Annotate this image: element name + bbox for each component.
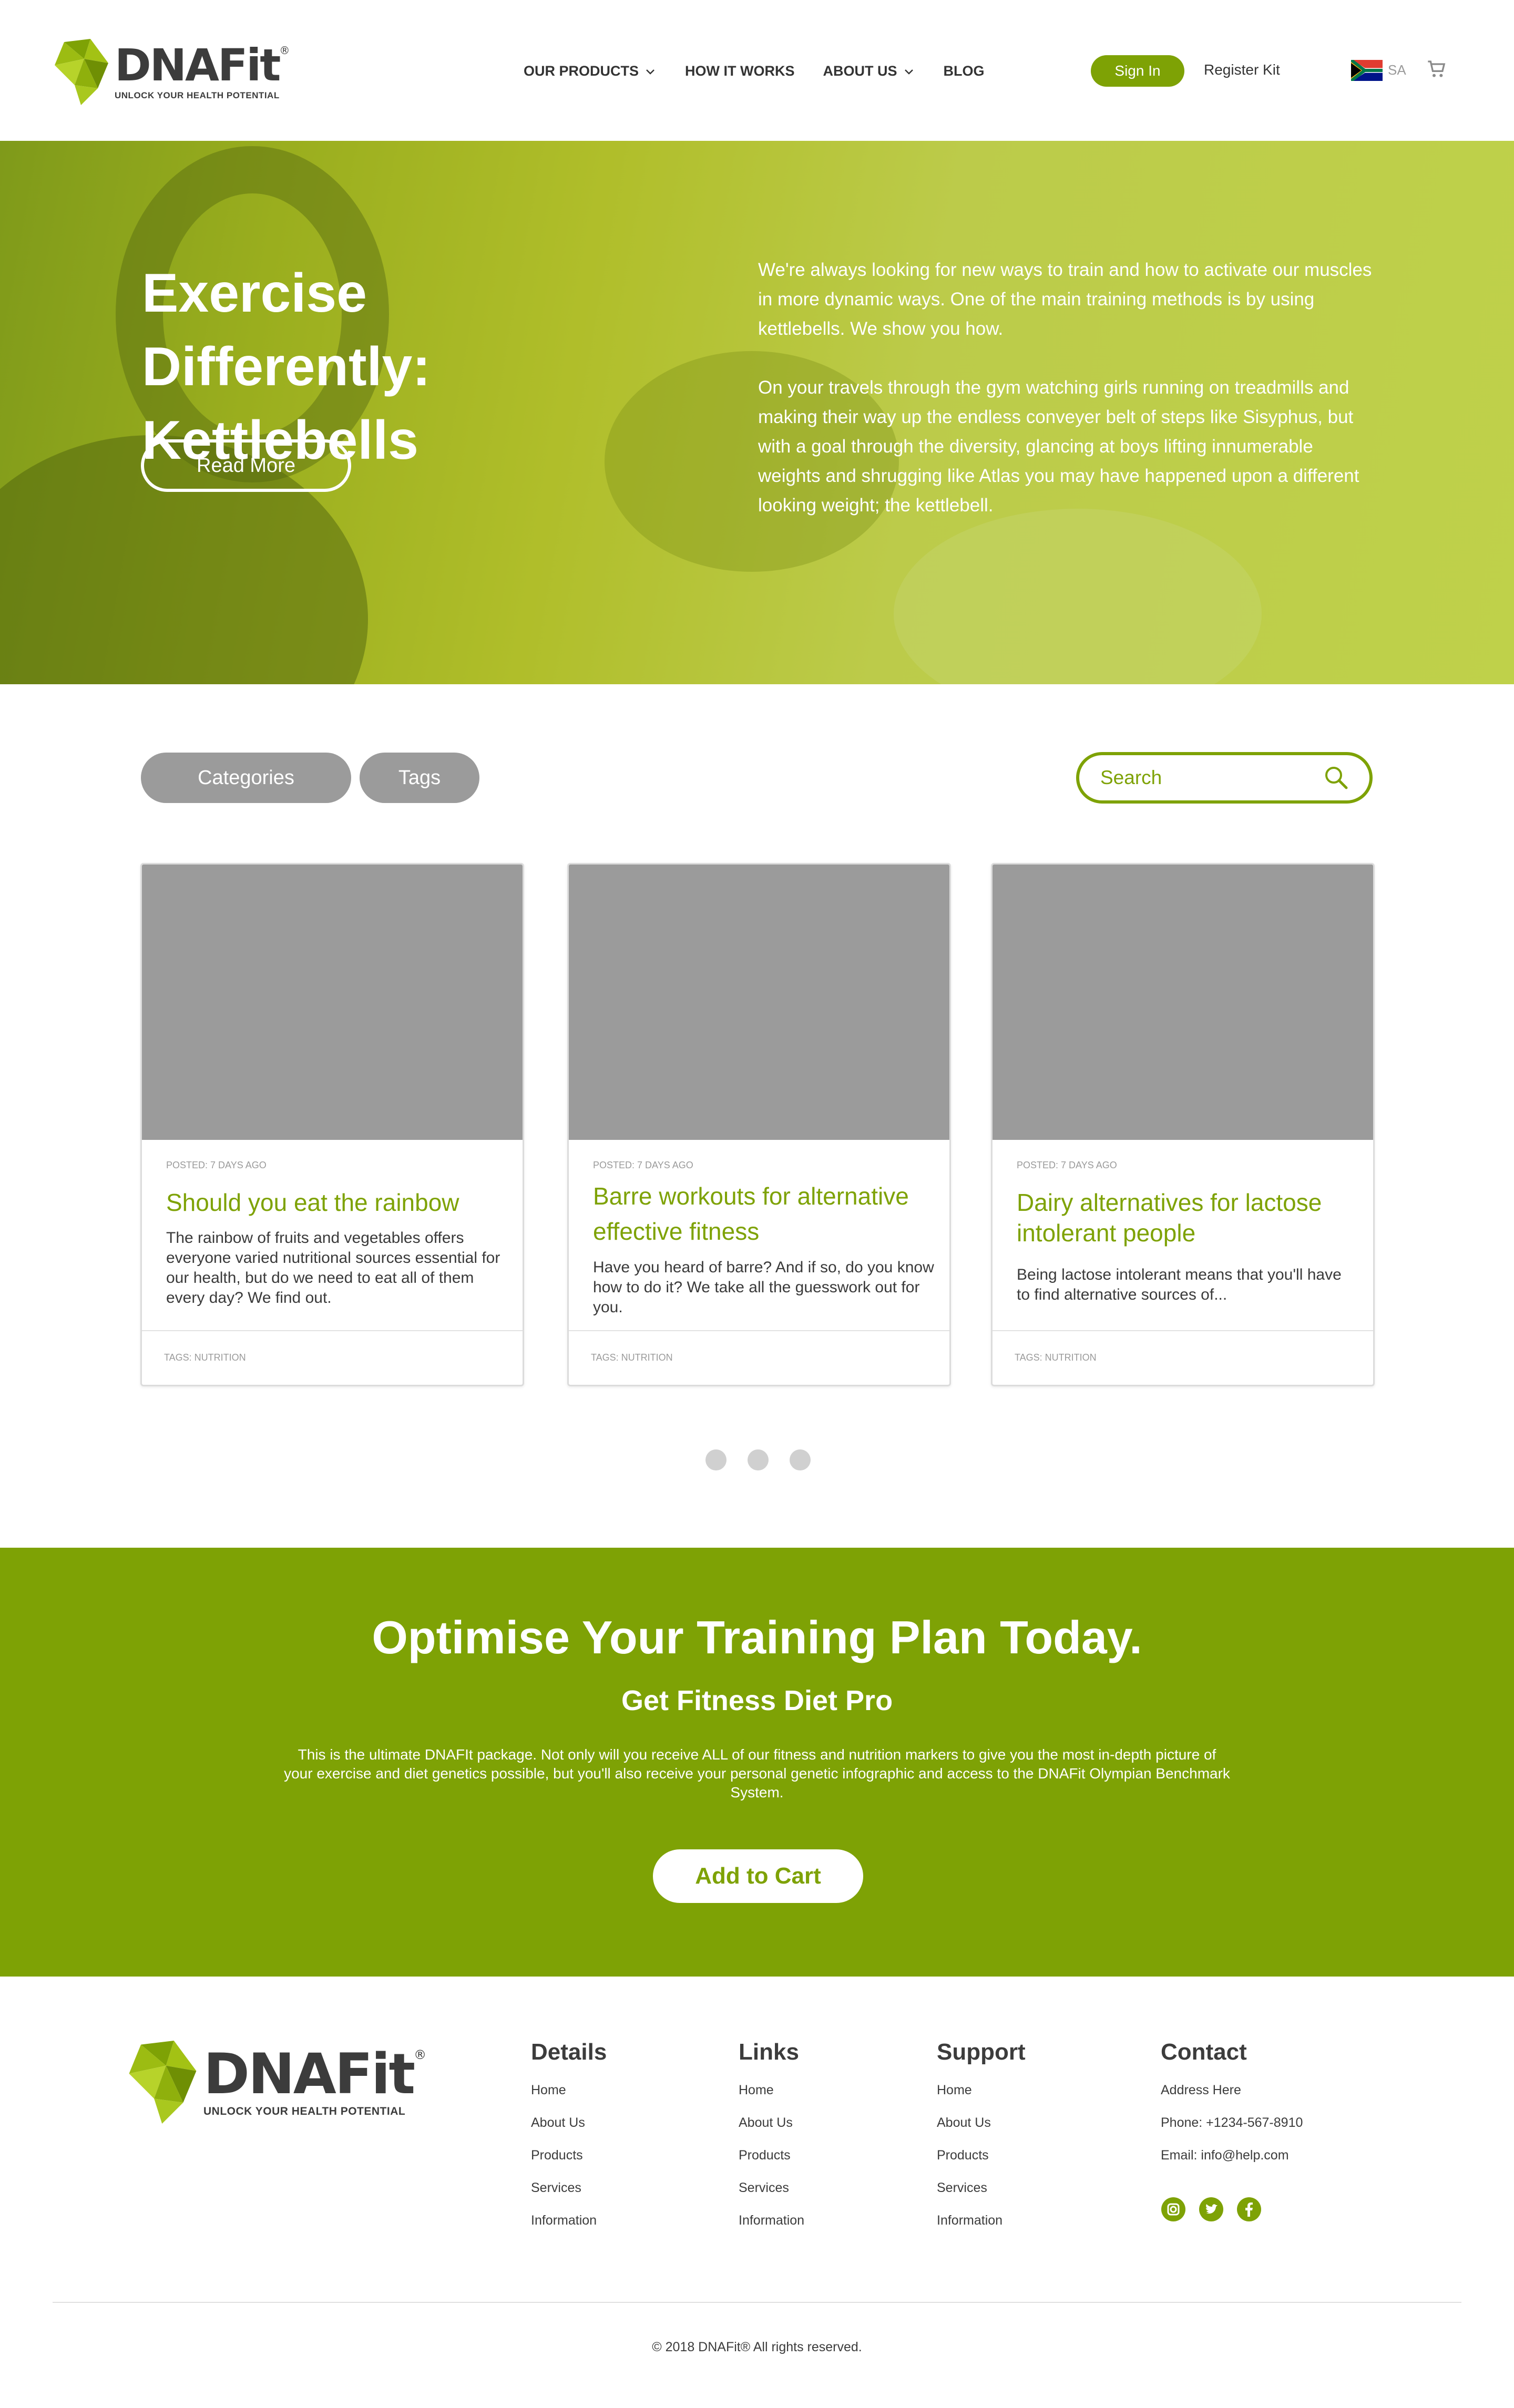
footer-link-services[interactable]: Services <box>531 2180 607 2196</box>
card-divider <box>142 1330 523 1331</box>
footer-brand-logo[interactable]: DNAFit® UNLOCK YOUR HEALTH POTENTIAL <box>128 2039 426 2125</box>
nav-blog[interactable]: BLOG <box>944 63 985 79</box>
carousel-pagination <box>705 1449 832 1470</box>
main-nav: OUR PRODUCTS HOW IT WORKS ABOUT US BLOG <box>524 63 1013 79</box>
background-blur-image <box>894 509 1262 684</box>
footer-column-details: Details Home About Us Products Services … <box>531 2039 607 2228</box>
south-africa-flag-icon[interactable] <box>1351 60 1383 81</box>
blog-card[interactable]: POSTED: 7 DAYS AGO Dairy alternatives fo… <box>991 863 1375 1386</box>
cta-banner: Optimise Your Training Plan Today. Get F… <box>0 1548 1514 1977</box>
card-excerpt: The rainbow of fruits and vegetables off… <box>166 1229 500 1306</box>
chevron-down-icon <box>646 69 654 75</box>
footer-link-information[interactable]: Information <box>937 2213 1026 2228</box>
footer-link-about-us[interactable]: About Us <box>531 2115 607 2131</box>
contact-email[interactable]: Email: info@help.com <box>1161 2148 1303 2163</box>
footer-heading: Contact <box>1161 2039 1247 2065</box>
footer-link-products[interactable]: Products <box>937 2148 1026 2163</box>
contact-phone[interactable]: Phone: +1234-567-8910 <box>1161 2115 1303 2131</box>
hero-paragraph: We're always looking for new ways to tra… <box>758 260 1372 339</box>
footer-link-home[interactable]: Home <box>937 2083 1026 2098</box>
chevron-down-icon <box>904 69 913 75</box>
footer-column-links: Links Home About Us Products Services In… <box>739 2039 804 2228</box>
footer-heading: Links <box>739 2039 799 2065</box>
cart-icon[interactable] <box>1426 59 1447 80</box>
card-image-placeholder <box>142 865 523 1140</box>
cta-subtitle: Get Fitness Diet Pro <box>621 1685 893 1716</box>
footer-divider <box>53 2302 1461 2303</box>
search-input[interactable]: Search <box>1076 752 1373 804</box>
footer-link-home[interactable]: Home <box>739 2083 804 2098</box>
brand-wordmark: DNAFit® <box>115 39 290 91</box>
hero-description: We're always looking for new ways to tra… <box>758 255 1378 520</box>
search-icon[interactable] <box>1323 765 1349 791</box>
copyright-text: © 2018 DNAFit® All rights reserved. <box>652 2340 862 2354</box>
footer-heading: Support <box>937 2039 1026 2065</box>
card-title[interactable]: Dairy alternatives for lactose intoleran… <box>1017 1187 1358 1248</box>
sign-in-button[interactable]: Sign In <box>1091 55 1184 87</box>
footer-link-products[interactable]: Products <box>739 2148 804 2163</box>
hero-banner: Exercise Differently: Kettlebells Read M… <box>0 141 1514 684</box>
footer-column-support: Support Home About Us Products Services … <box>937 2039 1026 2228</box>
footer-link-information[interactable]: Information <box>739 2213 804 2228</box>
read-more-button[interactable]: Read More <box>141 439 351 492</box>
nav-about-us[interactable]: ABOUT US <box>823 63 915 79</box>
footer-link-information[interactable]: Information <box>531 2213 607 2228</box>
blog-card[interactable]: POSTED: 7 DAYS AGO Barre workouts for al… <box>567 863 951 1386</box>
card-tags[interactable]: TAGS: NUTRITION <box>164 1352 246 1363</box>
brand-wordmark: DNAFit® <box>203 2042 427 2106</box>
card-image-placeholder <box>993 865 1373 1140</box>
carousel-dot[interactable] <box>790 1449 811 1470</box>
blog-card[interactable]: POSTED: 7 DAYS AGO Should you eat the ra… <box>140 863 524 1386</box>
card-posted-date: POSTED: 7 DAYS AGO <box>1017 1160 1117 1170</box>
cta-title: Optimise Your Training Plan Today. <box>372 1611 1142 1663</box>
footer-link-about-us[interactable]: About Us <box>739 2115 804 2131</box>
cta-description: This is the ultimate DNAFIt package. Not… <box>284 1746 1230 1800</box>
add-to-cart-button[interactable]: Add to Cart <box>653 1849 863 1903</box>
site-header: DNAFit® UNLOCK YOUR HEALTH POTENTIAL OUR… <box>0 0 1514 141</box>
footer-link-products[interactable]: Products <box>531 2148 607 2163</box>
carousel-dot[interactable] <box>748 1449 769 1470</box>
brand-tagline: UNLOCK YOUR HEALTH POTENTIAL <box>203 2105 406 2117</box>
region-label[interactable]: SA <box>1388 62 1406 78</box>
card-title[interactable]: Should you eat the rainbow <box>166 1185 508 1220</box>
footer-link-services[interactable]: Services <box>937 2180 1026 2196</box>
card-tags[interactable]: TAGS: NUTRITION <box>1015 1352 1097 1363</box>
contact-address: Address Here <box>1161 2083 1241 2097</box>
footer-link-about-us[interactable]: About Us <box>937 2115 1026 2131</box>
card-excerpt: Have you heard of barre? And if so, do y… <box>593 1259 934 1316</box>
register-kit-link[interactable]: Register Kit <box>1204 61 1280 78</box>
search-placeholder: Search <box>1100 767 1162 788</box>
card-divider <box>569 1330 949 1331</box>
card-posted-date: POSTED: 7 DAYS AGO <box>593 1160 693 1170</box>
social-links <box>1161 2197 1303 2222</box>
dnafit-logo-icon <box>129 2040 197 2124</box>
twitter-icon[interactable] <box>1199 2197 1224 2222</box>
card-divider <box>993 1330 1373 1331</box>
footer-link-services[interactable]: Services <box>739 2180 804 2196</box>
brand-tagline: UNLOCK YOUR HEALTH POTENTIAL <box>115 90 280 100</box>
hero-paragraph: On your travels through the gym watching… <box>758 377 1359 516</box>
carousel-dot[interactable] <box>705 1449 727 1470</box>
nav-how-it-works[interactable]: HOW IT WORKS <box>685 63 794 79</box>
categories-button[interactable]: Categories <box>141 753 351 803</box>
footer-heading: Details <box>531 2039 607 2065</box>
footer-link-home[interactable]: Home <box>531 2083 607 2098</box>
footer-column-contact: Contact Address Here Phone: +1234-567-89… <box>1161 2039 1303 2222</box>
card-tags[interactable]: TAGS: NUTRITION <box>591 1352 673 1363</box>
facebook-icon[interactable] <box>1236 2197 1262 2222</box>
card-title[interactable]: Barre workouts for alternative effective… <box>593 1179 935 1249</box>
nav-our-products[interactable]: OUR PRODUCTS <box>524 63 657 79</box>
instagram-icon[interactable] <box>1161 2197 1186 2222</box>
card-excerpt: Being lactose intolerant means that you'… <box>1017 1266 1342 1303</box>
dnafit-logo-icon <box>55 39 108 105</box>
tags-button[interactable]: Tags <box>360 753 479 803</box>
card-posted-date: POSTED: 7 DAYS AGO <box>166 1160 267 1170</box>
brand-logo[interactable]: DNAFit® UNLOCK YOUR HEALTH POTENTIAL <box>54 38 290 106</box>
card-image-placeholder <box>569 865 949 1140</box>
